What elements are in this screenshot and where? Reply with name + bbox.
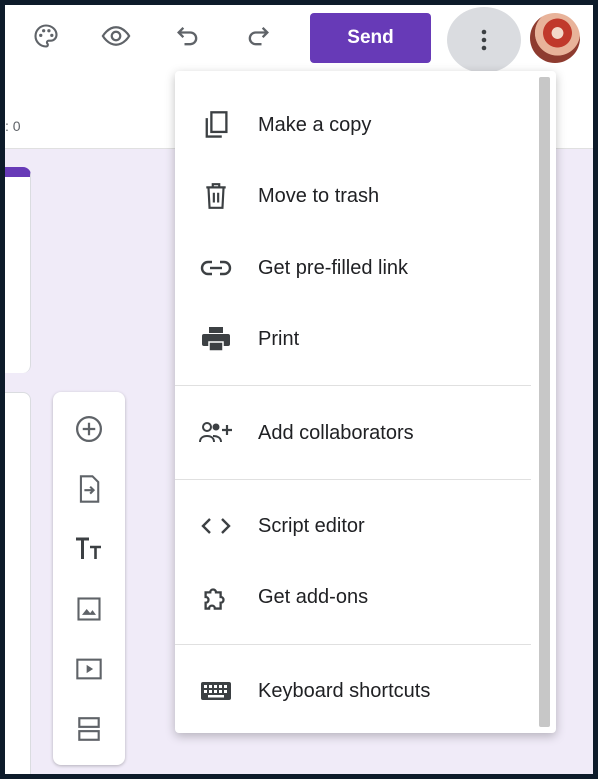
puzzle-icon	[199, 580, 233, 614]
menu-item-label: Add collaborators	[258, 421, 414, 444]
menu-item-move-to-trash[interactable]: Move to trash	[175, 168, 531, 224]
avatar[interactable]	[530, 13, 580, 63]
menu-item-label: Script editor	[258, 514, 365, 537]
keyboard-icon	[199, 674, 233, 708]
app-frame: Send : 0 Make a copy Move to trash Get p…	[5, 5, 593, 774]
menu-divider	[175, 644, 531, 645]
add-question-icon[interactable]	[70, 410, 108, 448]
add-people-icon	[199, 416, 233, 450]
question-card	[5, 392, 31, 774]
eye-icon[interactable]	[99, 19, 133, 53]
copy-icon	[199, 108, 233, 142]
trash-icon	[199, 179, 233, 213]
side-toolbar	[53, 392, 125, 765]
more-vert-icon	[481, 29, 487, 51]
menu-item-label: Get add-ons	[258, 585, 369, 608]
responses-count: : 0	[5, 118, 21, 134]
redo-icon[interactable]	[241, 19, 275, 53]
menu-item-get-add-ons[interactable]: Get add-ons	[175, 569, 531, 625]
palette-icon[interactable]	[29, 19, 63, 53]
video-icon[interactable]	[70, 650, 108, 688]
import-questions-icon[interactable]	[70, 470, 108, 508]
menu-item-keyboard-shortcuts[interactable]: Keyboard shortcuts	[175, 663, 531, 719]
form-header-card	[5, 167, 31, 373]
top-toolbar: Send	[5, 5, 593, 73]
menu-item-label: Keyboard shortcuts	[258, 679, 431, 702]
more-options-button[interactable]	[447, 7, 521, 73]
menu-item-print[interactable]: Print	[175, 311, 531, 367]
link-icon	[199, 251, 233, 285]
menu-item-label: Print	[258, 327, 300, 350]
image-icon[interactable]	[70, 590, 108, 628]
more-options-menu: Make a copy Move to trash Get pre-filled…	[175, 71, 556, 733]
menu-item-script-editor[interactable]: Script editor	[175, 498, 531, 554]
code-icon	[199, 509, 233, 543]
menu-item-label: Make a copy	[258, 113, 372, 136]
menu-item-make-a-copy[interactable]: Make a copy	[175, 97, 531, 153]
title-text-icon[interactable]	[70, 530, 108, 568]
menu-item-add-collaborators[interactable]: Add collaborators	[175, 405, 531, 461]
menu-item-label: Get pre-filled link	[258, 256, 409, 279]
send-button[interactable]: Send	[310, 13, 431, 63]
section-icon[interactable]	[70, 710, 108, 748]
menu-item-label: Move to trash	[258, 184, 380, 207]
menu-divider	[175, 385, 531, 386]
undo-icon[interactable]	[171, 19, 205, 53]
menu-item-get-pre-filled-link[interactable]: Get pre-filled link	[175, 240, 531, 296]
menu-scrollbar[interactable]	[539, 77, 550, 727]
menu-divider	[175, 479, 531, 480]
print-icon	[199, 322, 233, 356]
